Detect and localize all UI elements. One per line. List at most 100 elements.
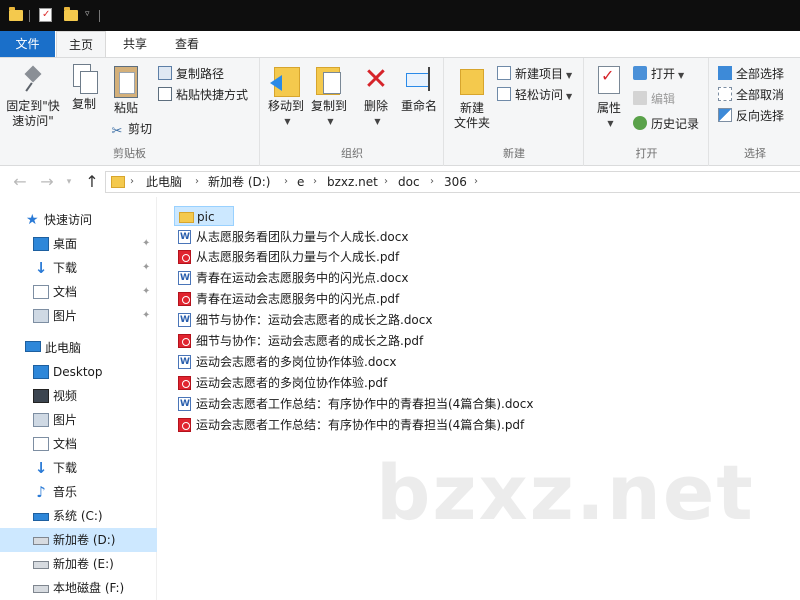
breadcrumb-doc[interactable]: doc bbox=[398, 172, 420, 192]
tab-file[interactable]: 文件 bbox=[0, 31, 55, 57]
address-folder-icon bbox=[111, 176, 125, 188]
word-document-icon bbox=[178, 355, 191, 369]
sidebar-item-label: 文档 bbox=[53, 437, 78, 451]
sidebar-item-drive-e[interactable]: 新加卷 (E:) bbox=[0, 552, 157, 576]
sidebar-item-quick-access[interactable]: ★ 快速访问 bbox=[0, 208, 157, 232]
new-folder-quick-access-icon[interactable] bbox=[64, 7, 78, 21]
new-group: 新建 文件夹 新建项目 ▼ 轻松访问 ▼ 新建 bbox=[445, 58, 584, 166]
delete-chevron-down-icon: ▼ bbox=[374, 117, 381, 126]
breadcrumb-chevron-icon[interactable]: › bbox=[474, 172, 478, 192]
file-item-pdf[interactable]: 从志愿服务看团队力量与个人成长.pdf bbox=[174, 247, 414, 267]
properties-button[interactable]: 属性 ▼ bbox=[591, 64, 627, 131]
sidebar-item-videos[interactable]: 视频 bbox=[0, 384, 157, 408]
breadcrumb-e[interactable]: e bbox=[297, 172, 304, 192]
sidebar-item-desktop-quick[interactable]: 桌面 ✦ bbox=[0, 232, 157, 256]
tab-home[interactable]: 主页 bbox=[56, 31, 106, 58]
breadcrumb-chevron-icon[interactable]: › bbox=[284, 172, 288, 192]
forward-arrow-icon[interactable]: → bbox=[37, 172, 57, 192]
breadcrumb-drive-d[interactable]: 新加卷 (D:) bbox=[208, 172, 270, 192]
sidebar-item-downloads[interactable]: ↓ 下载 bbox=[0, 456, 157, 480]
breadcrumb-this-pc[interactable]: 此电脑 bbox=[146, 172, 182, 192]
breadcrumb-chevron-icon[interactable]: › bbox=[384, 172, 388, 192]
toolbar-separator bbox=[29, 10, 30, 22]
properties-label: 属性 bbox=[596, 101, 621, 115]
file-item-docx[interactable]: 细节与协作：运动会志愿者的成长之路.docx bbox=[174, 310, 444, 330]
file-item-pdf[interactable]: 运动会志愿者工作总结：有序协作中的青春担当(4篇合集).pdf bbox=[174, 415, 544, 435]
file-item-docx[interactable]: 从志愿服务看团队力量与个人成长.docx bbox=[174, 227, 414, 247]
edit-button[interactable]: 编辑 bbox=[633, 89, 675, 109]
rename-button[interactable]: 重命名 bbox=[397, 64, 441, 114]
up-arrow-icon[interactable]: ↑ bbox=[82, 172, 102, 192]
file-item-pdf[interactable]: 青春在运动会志愿服务中的闪光点.pdf bbox=[174, 289, 414, 309]
pin-to-quick-access-button[interactable]: 固定到"快 速访问" bbox=[4, 64, 62, 129]
sidebar-item-drive-c[interactable]: 系统 (C:) bbox=[0, 504, 157, 528]
file-item-docx[interactable]: 青春在运动会志愿服务中的闪光点.docx bbox=[174, 268, 414, 288]
pdf-document-icon bbox=[178, 250, 191, 264]
documents-icon bbox=[33, 285, 49, 299]
move-to-icon bbox=[270, 64, 302, 97]
move-to-button[interactable]: 移动到 ▼ bbox=[265, 64, 307, 129]
new-folder-button[interactable]: 新建 文件夹 bbox=[449, 64, 495, 131]
breadcrumb-bzxz[interactable]: bzxz.net bbox=[327, 172, 378, 192]
sidebar-item-desktop[interactable]: Desktop bbox=[0, 360, 157, 384]
properties-quick-access-icon[interactable]: ✓ bbox=[39, 8, 52, 22]
breadcrumb-306[interactable]: 306 bbox=[444, 172, 467, 192]
delete-button[interactable]: ✕ 删除 ▼ bbox=[357, 64, 395, 129]
pin-label-line1: 固定到"快 bbox=[6, 99, 60, 113]
sidebar-item-documents[interactable]: 文档 bbox=[0, 432, 157, 456]
folder-item-pic[interactable]: pic bbox=[174, 206, 234, 226]
customize-quick-access-chevron-icon[interactable]: ▿ bbox=[85, 9, 90, 23]
tab-view[interactable]: 查看 bbox=[162, 31, 212, 57]
open-button[interactable]: 打开 ▼ bbox=[633, 64, 684, 84]
sidebar-item-label: 下载 bbox=[53, 461, 78, 475]
cut-button[interactable]: ✂ 剪切 bbox=[110, 119, 152, 139]
address-bar[interactable]: › 此电脑 › 新加卷 (D:) › e › bzxz.net › doc › … bbox=[105, 171, 800, 193]
paste-shortcut-button[interactable]: 粘贴快捷方式 bbox=[158, 85, 248, 105]
recent-locations-chevron-icon[interactable]: ▾ bbox=[59, 172, 79, 192]
sidebar-item-drive-d[interactable]: 新加卷 (D:) bbox=[0, 528, 157, 552]
breadcrumb-chevron-icon[interactable]: › bbox=[313, 172, 317, 192]
breadcrumb-chevron-icon[interactable]: › bbox=[130, 172, 134, 192]
file-item-docx[interactable]: 运动会志愿者工作总结：有序协作中的青春担当(4篇合集).docx bbox=[174, 394, 544, 414]
back-arrow-icon[interactable]: ← bbox=[10, 172, 30, 192]
sidebar-item-music[interactable]: ♪ 音乐 bbox=[0, 480, 157, 504]
sidebar-item-pictures-quick[interactable]: 图片 ✦ bbox=[0, 304, 157, 328]
file-item-pdf[interactable]: 运动会志愿者的多岗位协作体验.pdf bbox=[174, 373, 414, 393]
select-all-button[interactable]: 全部选择 bbox=[718, 64, 784, 84]
organize-group: 移动到 ▼ 复制到 ▼ ✕ 删除 ▼ 重命名 组织 bbox=[261, 58, 444, 166]
star-icon: ★ bbox=[26, 212, 39, 228]
sidebar-item-pictures[interactable]: 图片 bbox=[0, 408, 157, 432]
sidebar-item-downloads-quick[interactable]: ↓ 下载 ✦ bbox=[0, 256, 157, 280]
history-button[interactable]: 历史记录 bbox=[633, 114, 699, 134]
drive-icon bbox=[33, 585, 49, 593]
tab-share[interactable]: 共享 bbox=[110, 31, 160, 57]
file-item-pdf[interactable]: 细节与协作：运动会志愿者的成长之路.pdf bbox=[174, 331, 444, 351]
copy-label: 复制 bbox=[71, 97, 96, 111]
rename-icon bbox=[404, 64, 434, 96]
open-icon bbox=[633, 66, 647, 80]
new-group-label: 新建 bbox=[503, 147, 525, 160]
file-item-docx[interactable]: 运动会志愿者的多岗位协作体验.docx bbox=[174, 352, 414, 372]
copy-button[interactable]: 复制 bbox=[66, 64, 102, 112]
sidebar-item-documents-quick[interactable]: 文档 ✦ bbox=[0, 280, 157, 304]
copy-path-button[interactable]: 复制路径 bbox=[158, 64, 224, 84]
select-none-button[interactable]: 全部取消 bbox=[718, 85, 784, 105]
navigation-pane: ★ 快速访问 桌面 ✦ ↓ 下载 ✦ 文档 ✦ 图片 ✦ 此电脑 Desktop… bbox=[0, 197, 157, 600]
breadcrumb-chevron-icon[interactable]: › bbox=[430, 172, 434, 192]
new-folder-label-line1: 新建 bbox=[459, 101, 484, 115]
navigation-row: ← → ▾ ↑ › 此电脑 › 新加卷 (D:) › e › bzxz.net … bbox=[0, 167, 800, 197]
select-none-icon bbox=[718, 87, 732, 101]
open-group: 属性 ▼ 打开▼ 编辑 历史记录 打开 bbox=[585, 58, 709, 166]
edit-icon bbox=[633, 91, 647, 105]
delete-x-icon: ✕ bbox=[363, 62, 389, 97]
sidebar-item-this-pc[interactable]: 此电脑 bbox=[0, 336, 157, 360]
sidebar-item-drive-f[interactable]: 本地磁盘 (F:) bbox=[0, 576, 157, 600]
paste-button[interactable]: 粘贴 bbox=[106, 64, 146, 116]
easy-access-button[interactable]: 轻松访问 ▼ bbox=[497, 85, 572, 105]
easy-access-icon bbox=[497, 87, 511, 101]
copy-to-button[interactable]: 复制到 ▼ bbox=[307, 64, 351, 129]
invert-selection-button[interactable]: 反向选择 bbox=[718, 106, 784, 126]
sidebar-item-label: 音乐 bbox=[53, 485, 78, 499]
breadcrumb-chevron-icon[interactable]: › bbox=[195, 172, 199, 192]
new-item-button[interactable]: 新建项目 ▼ bbox=[497, 64, 572, 84]
